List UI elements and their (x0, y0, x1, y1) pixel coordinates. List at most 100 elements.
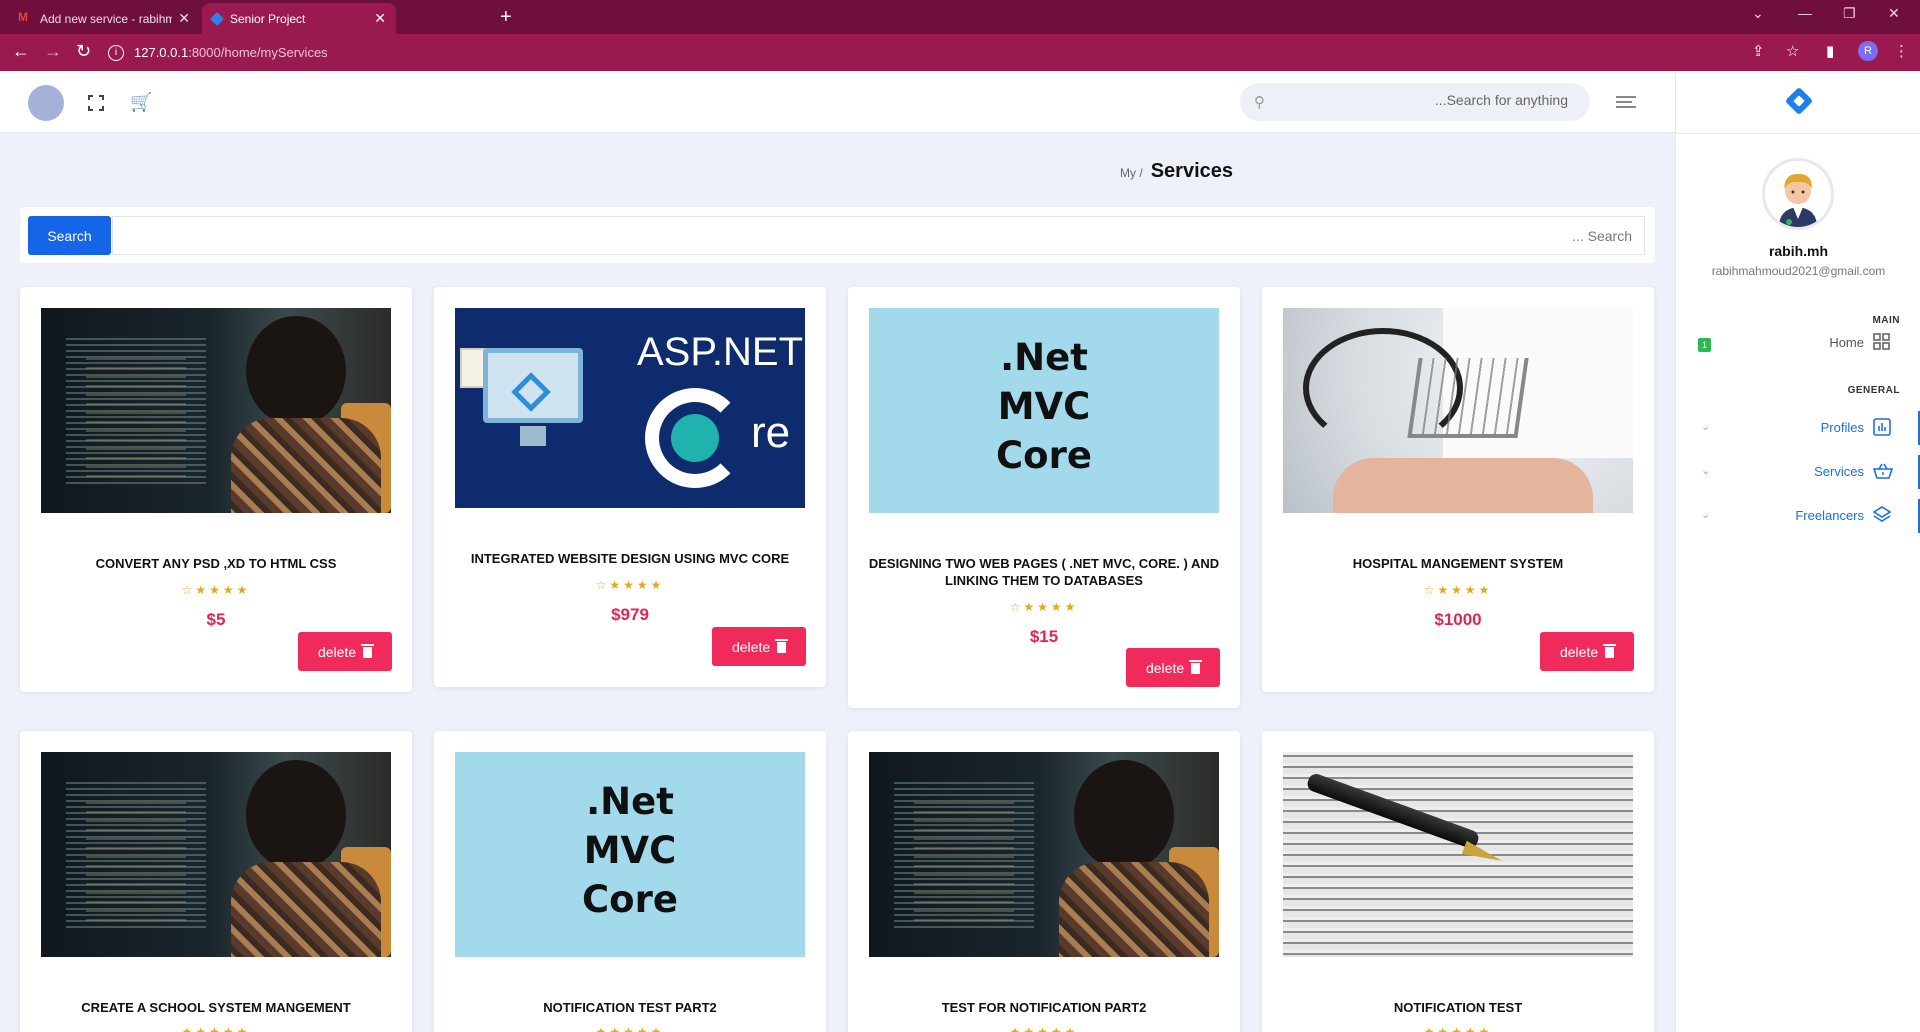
grid-icon (1873, 333, 1893, 353)
delete-label: delete (1145, 659, 1185, 676)
sidebar-item-label: Freelancers (1795, 508, 1864, 523)
forward-icon[interactable]: → (44, 41, 62, 62)
delete-label: delete (731, 638, 771, 655)
rating-stars: ☆★★★★ (1009, 600, 1079, 614)
image-caption: MVC (997, 385, 1091, 428)
avatar[interactable] (28, 85, 64, 121)
rating-stars: ★★★★★ (595, 1025, 665, 1032)
service-title[interactable]: HOSPITAL MANGEMENT SYSTEM (1282, 555, 1634, 572)
service-title[interactable]: INTEGRATED WEBSITE DESIGN USING MVC CORE (454, 550, 806, 567)
page-title: Services (1150, 160, 1233, 182)
service-card: .Net MVC Core DESIGNING TWO WEB PAGES ( .N… (848, 287, 1240, 708)
sidebar-item-profiles[interactable]: ⌄ Profiles (1676, 411, 1920, 445)
service-card: CONVERT ANY PSD ,XD TO HTML CSS ☆★★★★ $5… (20, 287, 412, 692)
close-icon[interactable]: ✕ (178, 10, 190, 27)
site-info-icon[interactable]: i (108, 44, 124, 61)
browser-tab-strip: Add new service - rabihmahmoud ✕ Senior … (0, 0, 1920, 34)
tab-senior-project[interactable]: Senior Project ✕ (202, 3, 396, 34)
tab-search-icon[interactable]: ⌄ (1752, 5, 1764, 22)
sidebar-item-label: Home (1829, 335, 1864, 350)
trash-icon (775, 638, 789, 653)
profile-email: rabihmahmoud2021@gmail.com (1711, 264, 1886, 278)
back-icon[interactable]: ← (12, 41, 30, 62)
layers-icon (1872, 506, 1893, 526)
close-icon[interactable]: ✕ (374, 10, 386, 27)
sidebar: rabih.mh rabihmahmoud2021@gmail.com MAIN… (1675, 71, 1920, 1032)
service-price: $5 (206, 610, 226, 629)
address-bar[interactable]: i 127.0.0.1:8000/home/myServices (108, 40, 1758, 65)
service-title[interactable]: NOTIFICATION TEST (1282, 999, 1634, 1016)
more-menu-icon[interactable]: ⋮ (1894, 42, 1909, 60)
service-title[interactable]: NOTIFICATION TEST PART2 (454, 999, 806, 1016)
rating-stars: ☆★★★★ (595, 578, 665, 592)
delete-button[interactable]: delete (1540, 632, 1634, 671)
trash-icon (1603, 643, 1617, 658)
tab-title: Senior Project (230, 11, 306, 26)
service-image[interactable] (869, 752, 1219, 957)
sidebar-item-services[interactable]: ⌄ Services (1676, 455, 1920, 489)
chevron-down-icon[interactable]: ⌄ (1701, 464, 1710, 477)
service-image[interactable] (1283, 308, 1633, 513)
breadcrumb-parent[interactable]: My / (1120, 166, 1143, 180)
image-caption: .Net (586, 780, 674, 823)
image-caption: .Net (1000, 336, 1088, 379)
chevron-down-icon[interactable]: ⌄ (1701, 508, 1710, 521)
trash-icon (1189, 659, 1203, 674)
service-title[interactable]: CREATE A SCHOOL SYSTEM MANGEMENT (40, 999, 392, 1016)
close-window-icon[interactable]: ✕ (1888, 5, 1900, 22)
reload-icon[interactable]: ↻ (76, 41, 91, 62)
global-search-input[interactable] (1318, 92, 1568, 108)
side-panel-icon[interactable]: ▮ (1826, 42, 1834, 60)
image-caption: Core (582, 878, 678, 921)
sidebar-item-label: Services (1814, 464, 1864, 479)
chart-icon (1873, 418, 1893, 438)
rating-stars: ☆★★★★ (181, 583, 251, 597)
rating-stars: ★★★★★ (181, 1025, 251, 1032)
search-icon: ⚲ (1254, 94, 1265, 111)
share-icon[interactable]: ⇪ (1752, 42, 1765, 60)
menu-toggle-icon[interactable] (1616, 96, 1636, 111)
services-search-panel: Search (20, 207, 1655, 263)
sidebar-item-freelancers[interactable]: ⌄ Freelancers (1676, 499, 1920, 533)
delete-button[interactable]: delete (1126, 648, 1220, 687)
chevron-down-icon[interactable]: ⌄ (1701, 420, 1710, 433)
delete-button[interactable]: delete (712, 627, 806, 666)
restore-icon[interactable]: ❐ (1843, 5, 1856, 22)
rating-stars: ★★★★★ (1009, 1025, 1079, 1032)
service-title[interactable]: DESIGNING TWO WEB PAGES ( .NET MVC, CORE… (868, 555, 1220, 589)
image-caption: MVC (583, 829, 677, 872)
section-label-general: GENERAL (1847, 385, 1900, 396)
fullscreen-icon[interactable] (88, 95, 104, 111)
tab-add-new-service[interactable]: Add new service - rabihmahmoud ✕ (8, 3, 200, 34)
delete-button[interactable]: delete (298, 632, 392, 671)
cart-icon[interactable]: 🛒 (130, 92, 152, 113)
bookmark-star-icon[interactable]: ☆ (1786, 42, 1799, 60)
logo-icon[interactable] (1784, 86, 1814, 116)
search-button[interactable]: Search (28, 216, 111, 255)
service-image[interactable] (41, 308, 391, 513)
minimize-icon[interactable]: — (1798, 5, 1812, 21)
image-caption: Core (996, 434, 1092, 477)
tab-title: Add new service - rabihmahmoud (40, 11, 173, 26)
service-image[interactable]: .Net MVC Core (455, 752, 805, 957)
sidebar-item-home[interactable]: 1 Home (1676, 326, 1920, 360)
service-image[interactable]: .Net MVC Core (869, 308, 1219, 513)
service-image[interactable] (1283, 752, 1633, 957)
service-image[interactable]: ASP.NET re (455, 308, 805, 508)
browser-profile-avatar[interactable]: R (1858, 41, 1878, 61)
trash-icon (361, 643, 375, 658)
breadcrumb: My / Services (1120, 160, 1233, 183)
image-caption: re (751, 408, 791, 457)
profile-avatar[interactable] (1762, 158, 1834, 230)
delete-label: delete (317, 643, 357, 660)
service-card: ASP.NET re INTEGRATED WEBSITE DESIGN USI… (434, 287, 826, 687)
services-search-input[interactable] (112, 216, 1645, 255)
image-caption: ASP.NET (637, 330, 803, 374)
sidebar-item-label: Profiles (1820, 420, 1864, 435)
service-title[interactable]: TEST FOR NOTIFICATION PART2 (868, 999, 1220, 1016)
new-tab-icon[interactable]: + (500, 6, 512, 29)
service-image[interactable] (41, 752, 391, 957)
service-card: TEST FOR NOTIFICATION PART2 ★★★★★ (848, 731, 1240, 1032)
service-title[interactable]: CONVERT ANY PSD ,XD TO HTML CSS (40, 555, 392, 572)
service-price: $15 (1029, 627, 1059, 646)
